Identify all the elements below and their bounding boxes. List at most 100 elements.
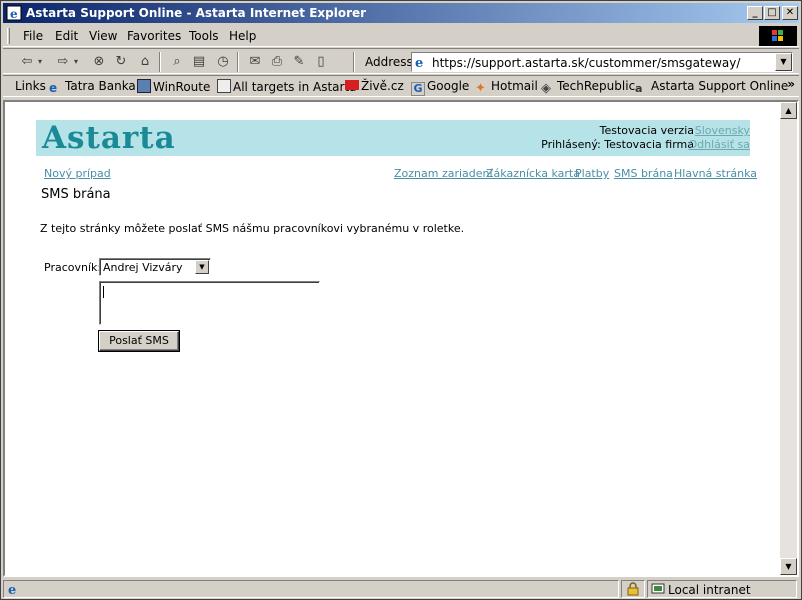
close-button[interactable]: ✕ [782,6,798,20]
search-icon[interactable]: ⌕ [167,53,187,71]
toolbar-separator [237,52,239,72]
intro-text: Z tejto stránky môžete poslať SMS nášmu … [40,222,465,235]
forward-icon[interactable]: ⇨ [53,53,73,71]
msn-butterfly-icon: ✦ [475,81,486,96]
address-dropdown-icon[interactable]: ▼ [775,53,792,71]
link-astarta-support[interactable]: a Astarta Support Online [635,79,788,97]
print-icon[interactable]: ⎙ [267,53,287,71]
title-bar[interactable]: e Astarta Support Online - Astarta Inter… [3,3,799,23]
ie-icon: e [6,5,22,21]
google-icon: G [411,82,425,96]
link-label: Astarta Support Online [651,79,789,93]
status-security [621,580,645,598]
toolbar-separator [159,52,161,72]
page-title: SMS brána [41,187,111,202]
standard-toolbar: ⇦ ▾ ⇨ ▾ ⊗ ↻ ⌂ ⌕ ▤ ◷ ✉ ⎙ ✎ ▯ Address e ht… [3,48,799,74]
astarta-logo[interactable]: Astarta [42,120,176,156]
text-caret [103,286,104,298]
worker-select[interactable]: Andrej Vizváry ▼ [99,258,211,276]
lock-icon [627,582,639,596]
page-icon: e [415,56,423,69]
link-hotmail[interactable]: ✦ Hotmail [475,79,538,96]
link-label: Živě.cz [361,79,404,93]
web-page: Astarta Testovacia verzia Slovensky Prih… [5,102,782,575]
status-main: e [3,580,619,598]
svg-text:e: e [415,56,423,69]
link-label: Hotmail [491,79,538,93]
nav-sms-gateway[interactable]: SMS brána [614,167,673,180]
menu-favorites[interactable]: Favorites [127,29,181,43]
link-zive[interactable]: Živě.cz [345,79,404,93]
links-label[interactable]: Links [15,79,46,93]
nav-device-list[interactable]: Zoznam zariadení [394,167,493,180]
nav-home[interactable]: Hlavná stránka [674,167,757,180]
nav-payments[interactable]: Platby [575,167,609,180]
techrepublic-icon: ◈ [541,81,551,96]
computer-icon [137,79,151,93]
menu-edit[interactable]: Edit [55,29,78,43]
svg-text:e: e [8,583,16,596]
version-text: Testovacia verzia [599,124,694,137]
link-label: Google [427,79,470,93]
status-zone: Local intranet [647,580,797,598]
discuss-icon[interactable]: ▯ [311,53,331,71]
mail-icon[interactable]: ✉ [245,53,265,71]
menu-tools[interactable]: Tools [189,29,219,43]
menu-help[interactable]: Help [229,29,256,43]
new-case-link[interactable]: Nový prípad [44,167,111,180]
language-link[interactable]: Slovensky [695,124,750,137]
scroll-up-icon[interactable]: ▲ [780,102,797,119]
back-dropdown-icon[interactable]: ▾ [35,53,45,71]
zive-icon [345,80,359,90]
status-bar: e Local intranet [3,579,799,599]
svg-text:e: e [10,7,18,21]
links-bar: Links e Tatra Banka WinRoute All targets … [3,75,799,97]
link-techrepublic[interactable]: ◈ TechRepublic [541,79,635,96]
page-status-icon: e [8,583,16,596]
history-icon[interactable]: ◷ [213,53,233,71]
address-label: Address [365,55,413,69]
menu-grip [7,28,10,44]
sms-message-input[interactable] [99,281,320,325]
link-tatra-banka[interactable]: e Tatra Banka [49,79,136,95]
forward-dropdown-icon[interactable]: ▾ [71,53,81,71]
link-label: WinRoute [153,80,211,94]
link-label: Tatra Banka [65,79,136,93]
nav-customer-card[interactable]: Zákaznícka karta [486,167,580,180]
links-more-chevron-icon[interactable]: » [787,77,795,91]
logout-link[interactable]: Odhlásiť sa [689,138,750,151]
content-viewport: Astarta Testovacia verzia Slovensky Prih… [3,100,799,577]
link-label: TechRepublic [557,79,636,93]
intranet-icon [651,583,665,594]
send-sms-button[interactable]: Poslať SMS [99,331,179,351]
ie-page-icon: e [49,81,58,95]
document-icon [217,79,231,93]
address-url: https://support.astarta.sk/custommer/sms… [432,56,741,70]
link-all-targets[interactable]: All targets in Astarta [217,79,357,94]
menu-bar: File Edit View Favorites Tools Help [3,25,799,47]
stop-icon[interactable]: ⊗ [89,53,109,71]
refresh-icon[interactable]: ↻ [111,53,131,71]
scroll-down-icon[interactable]: ▼ [780,558,797,575]
menu-view[interactable]: View [89,29,117,43]
logged-in-text: Prihlásený: Testovacia firma [541,138,694,151]
browser-window: e Astarta Support Online - Astarta Inter… [0,0,802,600]
zone-text: Local intranet [668,583,751,597]
header-banner: Astarta Testovacia verzia Slovensky Prih… [36,120,750,156]
minimize-button[interactable]: _ [747,6,763,20]
vertical-scrollbar[interactable]: ▲ ▼ [780,102,797,575]
favorites-icon[interactable]: ▤ [189,53,209,71]
astarta-icon: a [635,82,643,95]
address-input[interactable]: e https://support.astarta.sk/custommer/s… [411,52,793,72]
home-icon[interactable]: ⌂ [135,53,155,71]
maximize-button[interactable]: □ [764,6,780,20]
worker-label: Pracovník: [44,261,102,274]
worker-selected-value: Andrej Vizváry [103,261,183,274]
menu-file[interactable]: File [23,29,43,43]
link-google[interactable]: G Google [411,79,469,96]
edit-icon[interactable]: ✎ [289,53,309,71]
link-winroute[interactable]: WinRoute [137,79,210,94]
back-icon[interactable]: ⇦ [17,53,37,71]
chevron-down-icon[interactable]: ▼ [195,260,209,274]
window-title: Astarta Support Online - Astarta Interne… [26,6,367,20]
